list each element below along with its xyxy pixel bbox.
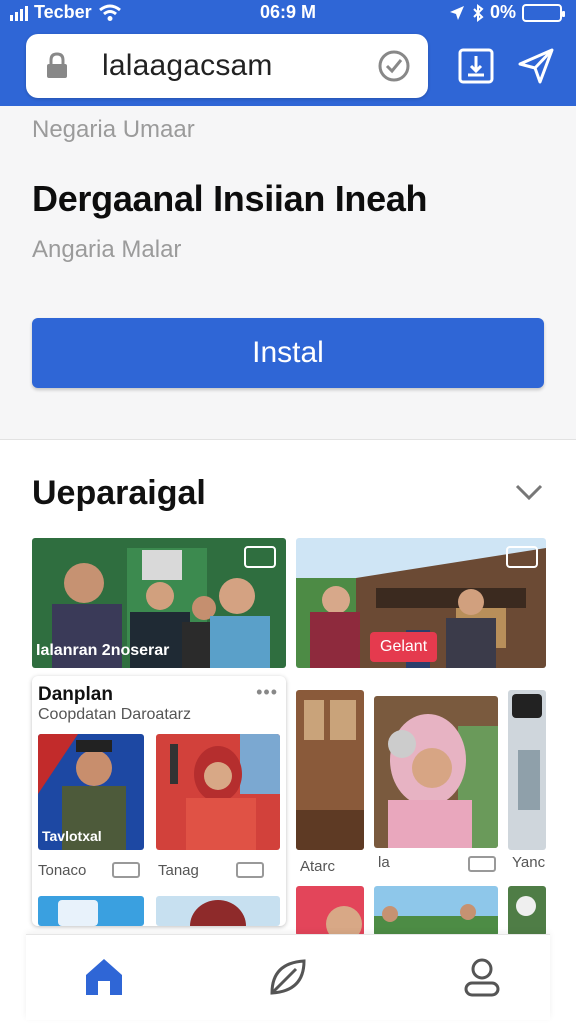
screenshot-image bbox=[156, 734, 280, 850]
status-right: 0% bbox=[448, 2, 565, 23]
screenshot-caption: la bbox=[378, 854, 390, 871]
screenshot-image bbox=[374, 696, 498, 848]
screenshot-image bbox=[296, 886, 364, 936]
tag-icon bbox=[112, 862, 140, 878]
screenshot-image bbox=[296, 690, 364, 850]
home-icon[interactable] bbox=[80, 953, 128, 1001]
tag-icon bbox=[468, 856, 496, 872]
app-title: Dergaanal Insiian Ineah bbox=[32, 178, 428, 219]
screenshot-tile[interactable] bbox=[296, 886, 364, 936]
card-item-image[interactable] bbox=[156, 734, 280, 850]
bluetooth-icon bbox=[473, 3, 484, 22]
profile-icon[interactable] bbox=[458, 953, 506, 1001]
download-icon[interactable] bbox=[456, 46, 496, 86]
screenshot-tile[interactable]: Ialanran 2noserar bbox=[32, 538, 286, 668]
screenshot-tile[interactable]: Gelant bbox=[296, 538, 546, 668]
card-subtitle: Coopdatan Daroatarz bbox=[38, 706, 191, 723]
tag-icon bbox=[236, 862, 264, 878]
leaf-icon[interactable] bbox=[264, 953, 312, 1001]
status-bar: Tecber 06:9 M 0% bbox=[0, 0, 576, 28]
badge-icon bbox=[506, 546, 538, 568]
card-item-image[interactable] bbox=[156, 896, 280, 926]
install-button[interactable]: Instal bbox=[32, 318, 544, 388]
app-header: Negaria Umaar Dergaanal Insiian Ineah An… bbox=[0, 106, 576, 440]
badge-icon bbox=[244, 546, 276, 568]
screenshot-image bbox=[508, 886, 546, 936]
url-text: lalaagacsam bbox=[102, 49, 273, 82]
tile-caption: Ialanran 2noserar bbox=[36, 642, 170, 659]
screenshot-tile[interactable] bbox=[374, 886, 498, 936]
card-item-image[interactable]: Tavlotxal bbox=[38, 734, 144, 850]
tile-caption: Tavlotxal bbox=[42, 828, 102, 844]
send-icon[interactable] bbox=[516, 46, 556, 86]
collection-card[interactable]: Danplan Coopdatan Daroatarz ••• Tavlotxa… bbox=[32, 676, 286, 926]
screenshot-image bbox=[156, 896, 280, 926]
chevron-down-icon[interactable] bbox=[514, 482, 544, 502]
battery-percent: 0% bbox=[489, 2, 516, 22]
app-subtitle: Angaria Malar bbox=[32, 236, 182, 263]
shield-check-icon[interactable] bbox=[376, 48, 412, 84]
location-icon bbox=[449, 5, 464, 20]
section-title: Ueparaigal bbox=[32, 474, 206, 512]
bottom-navigation bbox=[26, 934, 550, 1020]
screenshot-tile[interactable] bbox=[296, 690, 364, 850]
lock-icon bbox=[47, 52, 67, 78]
screenshot-image bbox=[508, 690, 546, 850]
browser-top-bar: Tecber 06:9 M 0% lalaagacsam bbox=[0, 0, 576, 106]
screenshot-tile[interactable] bbox=[374, 696, 498, 848]
screenshot-caption: Yanc bbox=[512, 854, 546, 871]
screenshot-image bbox=[38, 896, 144, 926]
address-bar[interactable]: lalaagacsam bbox=[26, 34, 428, 98]
card-item-caption: Tonaco bbox=[38, 862, 87, 879]
more-icon[interactable]: ••• bbox=[256, 682, 278, 703]
card-title: Danplan bbox=[38, 684, 113, 705]
developer-name[interactable]: Negaria Umaar bbox=[32, 116, 195, 144]
card-item-image[interactable] bbox=[38, 896, 144, 926]
card-item-caption: Tanag bbox=[158, 862, 199, 879]
battery-icon bbox=[522, 3, 565, 22]
screenshot-tile[interactable] bbox=[508, 886, 546, 936]
screenshot-image bbox=[374, 886, 498, 936]
tile-caption: Gelant bbox=[370, 632, 438, 662]
screenshot-caption: Atarc bbox=[300, 858, 336, 875]
screenshot-tile[interactable] bbox=[508, 690, 546, 850]
